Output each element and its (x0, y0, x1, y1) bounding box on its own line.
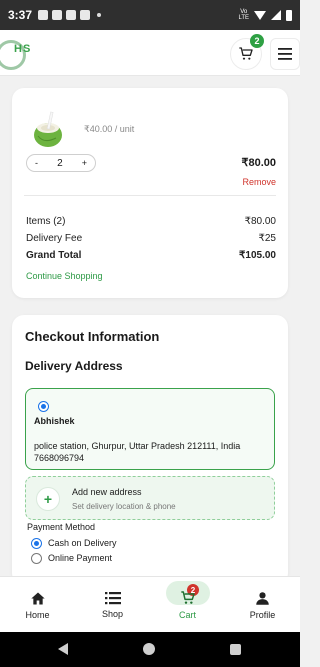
nav-home-label: Home (25, 609, 50, 620)
signal-icon (271, 10, 281, 20)
nav-home[interactable]: Home (0, 577, 75, 633)
add-new-address-title: Add new address (72, 487, 142, 497)
payment-method-title: Payment Method (27, 522, 96, 532)
online-payment-radio[interactable] (31, 553, 42, 564)
status-time: 3:37 (8, 8, 33, 22)
checkout-title: Checkout Information (25, 329, 160, 344)
recent-apps-icon[interactable] (230, 644, 241, 655)
nav-profile[interactable]: Profile (225, 577, 300, 633)
grand-total-label: Grand Total (26, 250, 82, 261)
delivery-fee-value: ₹25 (258, 233, 277, 244)
cart-icon (239, 47, 253, 60)
cart-icon (180, 591, 195, 604)
quantity-value: 2 (57, 157, 63, 169)
plus-icon: + (36, 487, 60, 511)
continue-shopping-link[interactable]: Continue Shopping (26, 271, 103, 281)
cart-card: ₹40.00 / unit - 2 + ₹80.00 Remove Items … (12, 88, 288, 298)
home-circle-icon[interactable] (143, 643, 155, 655)
system-nav-bar (0, 632, 300, 667)
grand-total-value: ₹105.00 (239, 250, 276, 261)
hamburger-icon (278, 48, 292, 60)
person-icon (256, 591, 269, 605)
coconut-product-image (28, 108, 70, 150)
cash-on-delivery-label[interactable]: Cash on Delivery (48, 538, 117, 548)
nav-shop-label: Shop (101, 609, 124, 619)
home-icon (30, 592, 45, 604)
nav-cart-label: Cart (178, 610, 196, 620)
saved-address-option[interactable]: Abhishek police station, Ghurpur, Uttar … (25, 388, 275, 470)
grand-total-row: Grand Total ₹105.00 (26, 250, 276, 261)
address-line: police station, Ghurpur, Uttar Pradesh 2… (34, 441, 241, 463)
menu-button[interactable] (270, 38, 300, 70)
items-row: Items (2) ₹80.00 (26, 216, 276, 227)
increment-button[interactable]: + (82, 158, 87, 168)
add-new-address-button[interactable]: + Add new address Set delivery location … (25, 476, 275, 520)
nav-shop[interactable]: Shop (75, 577, 150, 633)
checkout-card: Checkout Information Delivery Address Ab… (12, 315, 288, 585)
remove-button[interactable]: Remove (242, 177, 276, 187)
message-icon (66, 10, 77, 20)
line-total: ₹80.00 (241, 157, 276, 169)
unit-price: ₹40.00 / unit (84, 124, 135, 134)
address-radio[interactable] (38, 401, 49, 412)
delivery-fee-row: Delivery Fee ₹25 (26, 233, 276, 244)
facebook-icon (38, 10, 49, 20)
wifi-icon (254, 10, 266, 20)
notification-dot-icon (97, 13, 102, 17)
messenger-icon (52, 10, 63, 20)
header-cart-badge: 2 (250, 34, 264, 48)
bottom-nav: Home Shop Cart Profile (0, 576, 300, 632)
items-value: ₹80.00 (244, 216, 276, 227)
list-icon (104, 592, 121, 605)
delivery-address-title: Delivery Address (25, 359, 123, 373)
items-label: Items (2) (26, 216, 66, 227)
address-name: Abhishek (34, 416, 75, 426)
nav-profile-label: Profile (249, 609, 276, 620)
logo-text: HS (14, 43, 32, 55)
back-icon[interactable] (58, 643, 68, 655)
decrement-button[interactable]: - (35, 158, 38, 168)
volte-indicator: Vo LTE (238, 9, 249, 21)
online-payment-label[interactable]: Online Payment (48, 553, 112, 563)
cash-on-delivery-radio[interactable] (31, 538, 42, 549)
status-bar: 3:37 Vo LTE (0, 0, 300, 30)
instagram-icon (80, 10, 91, 20)
add-new-address-subtitle: Set delivery location & phone (72, 502, 176, 511)
quantity-stepper[interactable]: - 2 + (26, 154, 96, 172)
divider (24, 195, 276, 196)
delivery-fee-label: Delivery Fee (26, 233, 83, 244)
app-header: HS 2 (0, 30, 300, 76)
battery-icon (286, 9, 292, 21)
